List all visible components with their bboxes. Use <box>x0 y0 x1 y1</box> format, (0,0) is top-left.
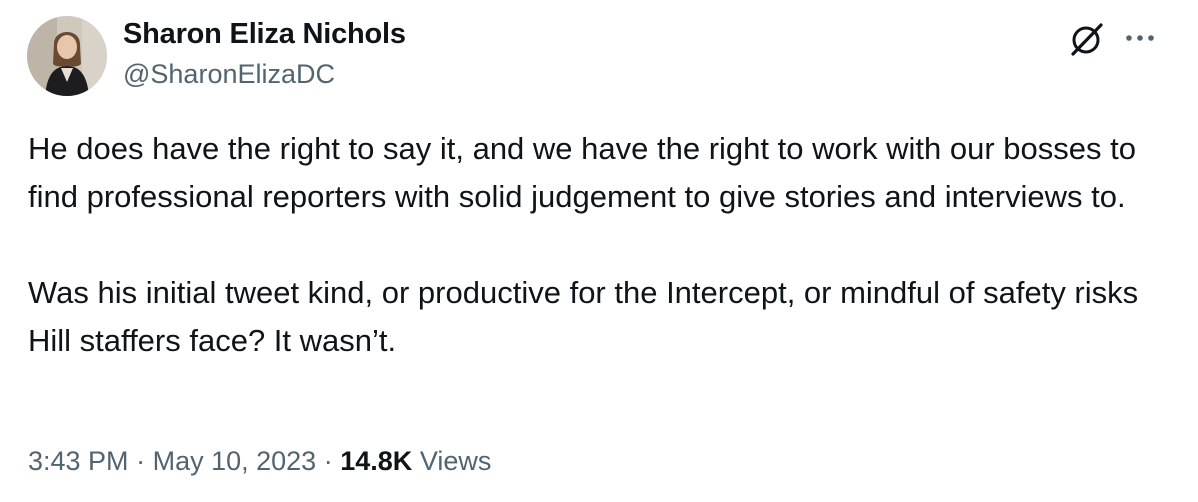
views-count: 14.8K <box>340 446 413 476</box>
grok-icon[interactable] <box>1068 20 1106 58</box>
tweet-card: Sharon Eliza Nichols @SharonElizaDC He d… <box>0 0 1198 502</box>
more-horizontal-icon[interactable] <box>1121 24 1161 52</box>
meta-separator: · <box>323 446 333 476</box>
tweet-time[interactable]: 3:43 PM <box>28 446 129 476</box>
tweet-date[interactable]: May 10, 2023 <box>153 446 317 476</box>
author-handle[interactable]: @SharonElizaDC <box>123 59 335 90</box>
meta-separator: · <box>136 446 146 476</box>
avatar-image <box>27 16 107 96</box>
author-name[interactable]: Sharon Eliza Nichols <box>123 18 406 51</box>
avatar[interactable] <box>27 16 107 96</box>
tweet-meta: 3:43 PM · May 10, 2023 · 14.8K Views <box>28 446 491 477</box>
views-label: Views <box>419 446 492 476</box>
tweet-text: He does have the right to say it, and we… <box>28 131 1139 358</box>
